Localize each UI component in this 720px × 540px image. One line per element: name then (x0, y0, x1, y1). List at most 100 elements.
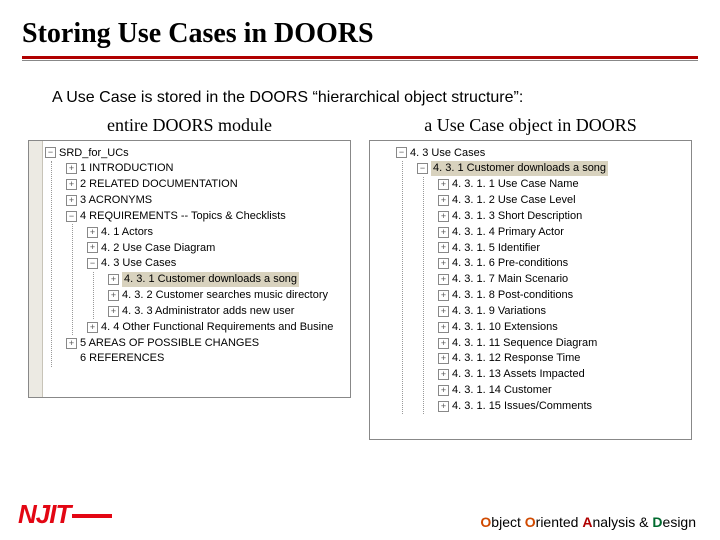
expand-icon[interactable]: + (108, 306, 119, 317)
tree-label: 4. 3. 1. 15 Issues/Comments (452, 399, 592, 414)
tree-node[interactable]: +4. 3. 3 Administrator adds new user (108, 303, 333, 319)
tree-node[interactable]: +4. 3. 1. 12 Response Time (438, 351, 687, 367)
collapse-icon[interactable]: − (87, 258, 98, 269)
footer-word: bject (491, 514, 524, 530)
tree-node[interactable]: +4. 4 Other Functional Requirements and … (87, 319, 333, 335)
collapse-icon[interactable]: − (45, 147, 56, 158)
expand-icon[interactable]: + (438, 385, 449, 396)
tree-node[interactable]: +4. 3. 1. 10 Extensions (438, 319, 687, 335)
expand-icon[interactable]: + (438, 353, 449, 364)
footer-letter-o: O (525, 514, 536, 530)
tree-node[interactable]: 6 REFERENCES (66, 351, 333, 367)
logo-bar-icon (72, 514, 112, 518)
expand-icon[interactable]: + (108, 274, 119, 285)
tree-label: 4. 3. 1. 5 Identifier (452, 241, 540, 256)
tree-node-root[interactable]: − SRD_for_UCs (45, 145, 333, 161)
tree-node[interactable]: +4. 3. 1. 14 Customer (438, 383, 687, 399)
tree-label: 4. 3. 1. 11 Sequence Diagram (452, 336, 597, 351)
tree-label: 4. 3. 1. 13 Assets Impacted (452, 367, 585, 382)
col-left: entire DOORS module − SRD_for_UCs +1 INT… (28, 115, 351, 440)
tree-node[interactable]: +4. 3. 1. 11 Sequence Diagram (438, 335, 687, 351)
tree-node[interactable]: +4. 3. 1. 5 Identifier (438, 240, 687, 256)
tree-node[interactable]: +4. 3. 1. 1 Use Case Name (438, 177, 687, 193)
tree-label: 1 INTRODUCTION (80, 161, 174, 176)
collapse-icon[interactable]: − (417, 163, 428, 174)
expand-icon[interactable]: + (66, 338, 77, 349)
tree-node[interactable]: +4. 1 Actors (87, 224, 333, 240)
tree-label: 3 ACRONYMS (80, 193, 152, 208)
expand-icon[interactable]: + (438, 195, 449, 206)
tree-node[interactable]: +3 ACRONYMS (66, 193, 333, 209)
expand-icon[interactable]: + (438, 242, 449, 253)
tree-node[interactable]: +4. 3. 1. 3 Short Description (438, 208, 687, 224)
tree-label: 4. 3. 1. 3 Short Description (452, 209, 582, 224)
footer-letter-a: A (582, 514, 592, 530)
expand-icon[interactable]: + (87, 242, 98, 253)
expand-icon[interactable]: + (108, 290, 119, 301)
tree-right: −4. 3 Use Cases −4. 3. 1 Customer downlo… (370, 141, 691, 418)
tree-label: 4. 3. 1. 10 Extensions (452, 320, 558, 335)
footer-letter-d: D (652, 514, 662, 530)
expand-icon[interactable]: + (438, 274, 449, 285)
tree-node-highlighted[interactable]: +4. 3. 1 Customer downloads a song (108, 272, 333, 288)
footer-letter-o: O (480, 514, 491, 530)
tree-node[interactable]: −4 REQUIREMENTS -- Topics & Checklists (66, 208, 333, 224)
no-toggle-icon (66, 353, 77, 364)
col-left-header: entire DOORS module (28, 115, 351, 136)
tree-label: 4. 3. 1. 7 Main Scenario (452, 272, 568, 287)
tree-label: 4. 3 Use Cases (101, 256, 176, 271)
collapse-icon[interactable]: − (66, 211, 77, 222)
tree-label: 4. 4 Other Functional Requirements and B… (101, 320, 333, 335)
tree-node-highlighted[interactable]: −4. 3. 1 Customer downloads a song (417, 161, 687, 177)
expand-icon[interactable]: + (438, 322, 449, 333)
tree-label: SRD_for_UCs (59, 146, 129, 161)
tree-node[interactable]: +4. 3. 1. 13 Assets Impacted (438, 367, 687, 383)
tree-node[interactable]: +4. 3. 1. 15 Issues/Comments (438, 399, 687, 415)
tree-label: 4. 3. 1. 2 Use Case Level (452, 193, 576, 208)
expand-icon[interactable]: + (438, 211, 449, 222)
tree-node[interactable]: +1 INTRODUCTION (66, 161, 333, 177)
collapse-icon[interactable]: − (396, 147, 407, 158)
tree-node[interactable]: −4. 3 Use Cases (87, 256, 333, 272)
tree-node[interactable]: +4. 3. 1. 9 Variations (438, 303, 687, 319)
expand-icon[interactable]: + (87, 322, 98, 333)
tree-label: 4. 3 Use Cases (410, 146, 485, 161)
slide-title: Storing Use Cases in DOORS (22, 18, 698, 54)
expand-icon[interactable]: + (66, 163, 77, 174)
footer-word: esign (663, 514, 696, 530)
expand-icon[interactable]: + (438, 369, 449, 380)
intro-text: A Use Case is stored in the DOORS “hiera… (52, 89, 698, 107)
expand-icon[interactable]: + (438, 338, 449, 349)
tree-node[interactable]: +5 AREAS OF POSSIBLE CHANGES (66, 335, 333, 351)
expand-icon[interactable]: + (66, 195, 77, 206)
tree-node[interactable]: +4. 3. 1. 2 Use Case Level (438, 193, 687, 209)
tree-node[interactable]: +4. 3. 1. 6 Pre-conditions (438, 256, 687, 272)
footer: NJIT Object Oriented Analysis & Design (0, 499, 720, 530)
expand-icon[interactable]: + (438, 179, 449, 190)
expand-icon[interactable]: + (438, 227, 449, 238)
expand-icon[interactable]: + (438, 258, 449, 269)
tree-label: 4. 3. 1. 12 Response Time (452, 351, 580, 366)
tree-label: 4. 3. 2 Customer searches music director… (122, 288, 328, 303)
tree-label: 4. 3. 1. 1 Use Case Name (452, 177, 579, 192)
tree-node[interactable]: −4. 3 Use Cases (396, 145, 687, 161)
tree-label: 4. 1 Actors (101, 225, 153, 240)
tree-label: 5 AREAS OF POSSIBLE CHANGES (80, 336, 259, 351)
panel-left: − SRD_for_UCs +1 INTRODUCTION +2 RELATED… (28, 140, 351, 398)
expand-icon[interactable]: + (438, 290, 449, 301)
expand-icon[interactable]: + (66, 179, 77, 190)
tree-node[interactable]: +4. 3. 1. 8 Post-conditions (438, 288, 687, 304)
expand-icon[interactable]: + (438, 306, 449, 317)
expand-icon[interactable]: + (438, 401, 449, 412)
tree-node[interactable]: +2 RELATED DOCUMENTATION (66, 177, 333, 193)
tree-label: 4. 2 Use Case Diagram (101, 241, 215, 256)
tree-node[interactable]: +4. 3. 2 Customer searches music directo… (108, 288, 333, 304)
logo-text: NJIT (18, 499, 70, 529)
tree-node[interactable]: +4. 3. 1. 7 Main Scenario (438, 272, 687, 288)
tree-node[interactable]: +4. 3. 1. 4 Primary Actor (438, 224, 687, 240)
tree-label: 4. 3. 3 Administrator adds new user (122, 304, 294, 319)
left-gutter (29, 141, 43, 397)
tree-label: 4. 3. 1 Customer downloads a song (431, 161, 608, 176)
tree-node[interactable]: +4. 2 Use Case Diagram (87, 240, 333, 256)
expand-icon[interactable]: + (87, 227, 98, 238)
